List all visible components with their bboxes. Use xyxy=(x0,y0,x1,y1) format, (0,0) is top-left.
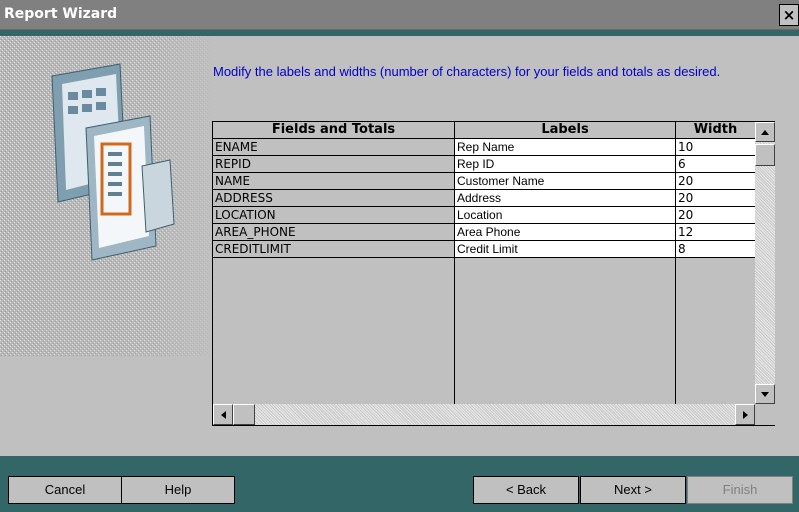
finish-button[interactable]: Finish xyxy=(687,476,793,504)
fields-grid[interactable]: Fields and Totals Labels Width ENAME Rep… xyxy=(212,121,775,426)
arrow-right-icon xyxy=(742,410,748,419)
grid-header-row: Fields and Totals Labels Width xyxy=(213,122,755,139)
next-button[interactable]: Next > xyxy=(580,476,686,504)
width-input[interactable]: 20 xyxy=(675,173,755,190)
field-name-cell: AREA_PHONE xyxy=(213,224,454,241)
header-width[interactable]: Width xyxy=(675,122,755,139)
field-name-cell: NAME xyxy=(213,173,454,190)
field-name-cell: LOCATION xyxy=(213,207,454,224)
width-input[interactable]: 20 xyxy=(675,190,755,207)
vertical-scroll-thumb[interactable] xyxy=(755,144,775,166)
scroll-left-button[interactable] xyxy=(213,404,233,425)
arrow-up-icon xyxy=(761,129,769,135)
table-row: ADDRESS Address 20 xyxy=(213,190,755,207)
help-button[interactable]: Help xyxy=(121,476,235,504)
vertical-scrollbar[interactable] xyxy=(755,122,775,404)
label-input[interactable]: Address xyxy=(454,190,675,207)
horizontal-scroll-thumb[interactable] xyxy=(233,404,255,425)
header-fields-and-totals[interactable]: Fields and Totals xyxy=(213,122,454,139)
window-title: Report Wizard xyxy=(4,6,118,22)
table-row: ENAME Rep Name 10 xyxy=(213,139,755,156)
width-input[interactable]: 6 xyxy=(675,156,755,173)
field-name-cell: CREDITLIMIT xyxy=(213,241,454,258)
scrollbar-corner xyxy=(755,404,775,425)
label-input[interactable]: Location xyxy=(454,207,675,224)
width-input[interactable]: 20 xyxy=(675,207,755,224)
grid-body: Fields and Totals Labels Width ENAME Rep… xyxy=(213,122,755,404)
table-row: LOCATION Location 20 xyxy=(213,207,755,224)
close-button[interactable]: × xyxy=(779,4,799,26)
width-input[interactable]: 8 xyxy=(675,241,755,258)
title-bar: Report Wizard × xyxy=(0,0,799,30)
label-input[interactable]: Customer Name xyxy=(454,173,675,190)
cancel-button[interactable]: Cancel xyxy=(8,476,122,504)
table-row: CREDITLIMIT Credit Limit 8 xyxy=(213,241,755,258)
width-input[interactable]: 10 xyxy=(675,139,755,156)
horizontal-scrollbar[interactable] xyxy=(213,404,755,425)
table-row: NAME Customer Name 20 xyxy=(213,173,755,190)
arrow-down-icon xyxy=(761,391,769,397)
scroll-down-button[interactable] xyxy=(755,384,775,404)
width-input[interactable]: 12 xyxy=(675,224,755,241)
label-input[interactable]: Credit Limit xyxy=(454,241,675,258)
wizard-illustration xyxy=(0,36,210,456)
label-input[interactable]: Rep Name xyxy=(454,139,675,156)
label-input[interactable]: Area Phone xyxy=(454,224,675,241)
scroll-right-button[interactable] xyxy=(735,404,755,425)
field-name-cell: ENAME xyxy=(213,139,454,156)
table-row: REPID Rep ID 6 xyxy=(213,156,755,173)
table-row: AREA_PHONE Area Phone 12 xyxy=(213,224,755,241)
field-name-cell: ADDRESS xyxy=(213,190,454,207)
instruction-text: Modify the labels and widths (number of … xyxy=(213,64,721,79)
scroll-up-button[interactable] xyxy=(755,122,775,142)
header-labels[interactable]: Labels xyxy=(454,122,675,139)
arrow-left-icon xyxy=(220,410,226,419)
field-name-cell: REPID xyxy=(213,156,454,173)
back-button[interactable]: < Back xyxy=(473,476,579,504)
label-input[interactable]: Rep ID xyxy=(454,156,675,173)
